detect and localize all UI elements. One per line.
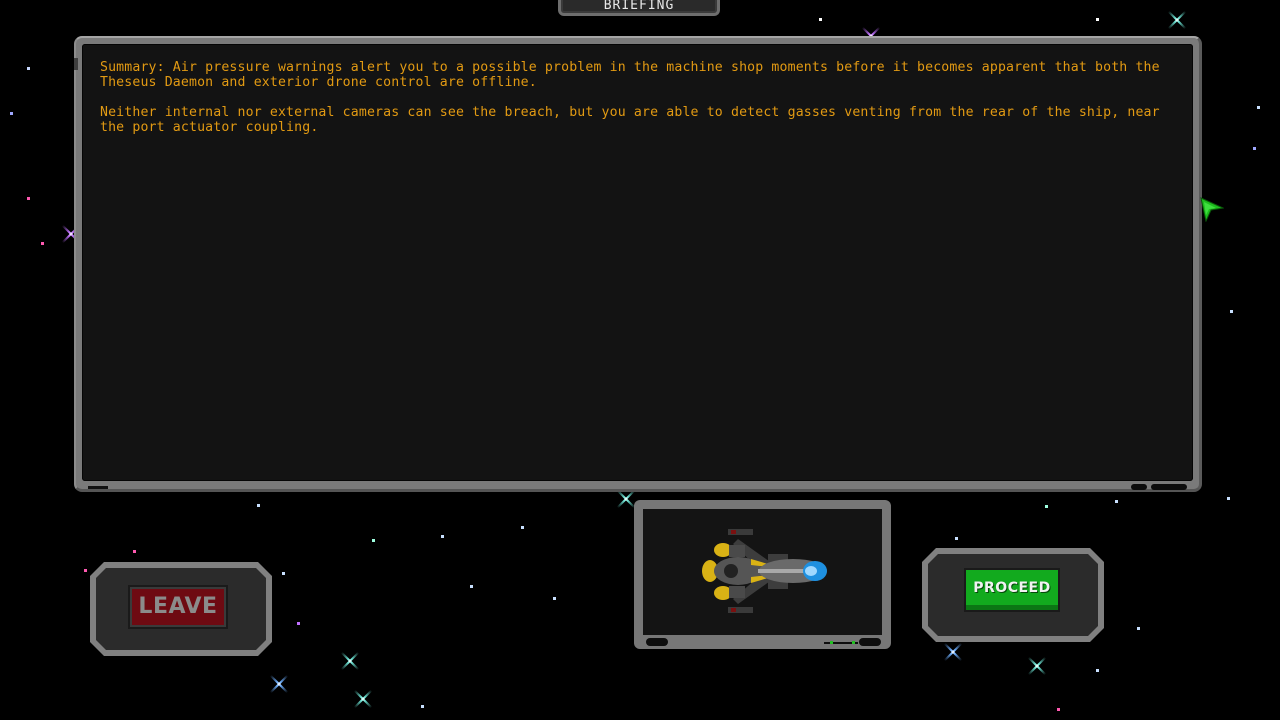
star — [372, 539, 375, 542]
briefing-text-area: Summary: Air pressure warnings alert you… — [82, 44, 1193, 481]
ship-preview-status-bar — [824, 641, 858, 644]
star — [1045, 505, 1048, 508]
sparkle-star — [1028, 657, 1046, 675]
status-led-1 — [830, 641, 833, 644]
mouse-cursor-icon — [1200, 197, 1224, 222]
sparkle-star — [270, 675, 288, 693]
star — [819, 18, 822, 21]
sparkle-star — [354, 690, 372, 708]
briefing-text: Summary: Air pressure warnings alert you… — [100, 60, 1179, 150]
sparkle-star — [341, 652, 359, 670]
star — [1227, 497, 1230, 500]
panel-bottom-mark — [88, 486, 108, 489]
star — [553, 597, 556, 600]
star — [1230, 310, 1233, 313]
star — [257, 504, 260, 507]
star — [27, 197, 30, 200]
leave-button[interactable]: LEAVE — [130, 587, 226, 627]
star — [133, 550, 136, 553]
sparkle-star — [944, 643, 962, 661]
sparkle-star — [617, 490, 635, 508]
leave-frame: LEAVE — [90, 562, 272, 656]
player-ship-icon — [702, 529, 827, 613]
star — [1137, 627, 1140, 630]
proceed-button[interactable]: PROCEED — [966, 570, 1058, 610]
star — [441, 535, 444, 538]
star — [470, 585, 473, 588]
star — [1257, 106, 1260, 109]
star — [1057, 708, 1060, 711]
star — [1096, 18, 1099, 21]
star — [27, 67, 30, 70]
briefing-tab: BRIEFING — [558, 0, 720, 16]
sparkle-star — [1168, 11, 1186, 29]
star — [282, 572, 285, 575]
briefing-paragraph-details: Neither internal nor external cameras ca… — [100, 105, 1160, 135]
star — [10, 112, 13, 115]
star — [41, 242, 44, 245]
star — [421, 705, 424, 708]
panel-vent-1 — [1131, 484, 1147, 490]
star — [1115, 500, 1118, 503]
status-led-2 — [852, 641, 855, 644]
ship-preview-screen — [643, 509, 882, 635]
panel-notch-left — [74, 58, 78, 70]
briefing-panel: Summary: Air pressure warnings alert you… — [74, 36, 1202, 492]
briefing-title: BRIEFING — [603, 0, 675, 13]
star — [84, 569, 87, 572]
star — [521, 526, 524, 529]
proceed-frame: PROCEED — [922, 548, 1104, 642]
ship-preview-frame — [634, 500, 891, 649]
ship-preview-vent-right — [859, 638, 881, 646]
briefing-paragraph-summary: Summary: Air pressure warnings alert you… — [100, 60, 1160, 90]
panel-vent-2 — [1151, 484, 1187, 490]
ship-preview-vent-left — [646, 638, 668, 646]
star — [1096, 669, 1099, 672]
star — [297, 622, 300, 625]
star — [1253, 147, 1256, 150]
star — [955, 537, 958, 540]
